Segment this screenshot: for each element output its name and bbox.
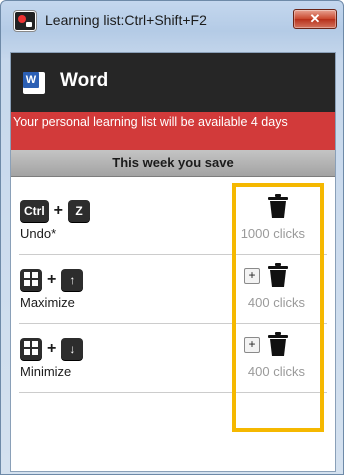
shortcut-keys: Ctrl + Z (20, 200, 91, 222)
shortcut-action: Maximize (20, 295, 75, 310)
z-key: Z (68, 200, 91, 222)
arrow-down-icon: ↓ (61, 338, 84, 360)
shortcut-action: Undo* (20, 226, 57, 241)
highlight-box (232, 183, 324, 432)
app-logo-icon (14, 11, 36, 31)
shortcut-action: Minimize (20, 364, 72, 379)
window-title: Learning list:Ctrl+Shift+F2 (45, 12, 207, 28)
app-header: W Word (11, 53, 335, 112)
close-x-icon: ✕ (309, 11, 321, 26)
plus-sign: + (53, 202, 64, 219)
shortcut-keys: + ↓ (20, 338, 84, 360)
app-name: Word (60, 70, 109, 91)
ctrl-key: Ctrl (20, 200, 49, 222)
arrow-up-icon: ↑ (61, 269, 84, 291)
windows-logo-icon (20, 338, 42, 360)
savings-header: This week you save (11, 150, 335, 177)
word-icon-letter: W (23, 72, 39, 88)
plus-sign: + (47, 271, 57, 288)
windows-logo-icon (20, 269, 42, 291)
close-button[interactable]: ✕ (293, 9, 337, 29)
learning-list-window: Learning list:Ctrl+Shift+F2 ✕ W Word You… (0, 0, 344, 475)
plus-sign: + (47, 340, 57, 357)
learning-list-panel: W Word Your personal learning list will … (10, 52, 336, 472)
shortcut-keys: + ↑ (20, 269, 84, 291)
word-app-icon: W (23, 72, 45, 94)
availability-notice: Your personal learning list will be avai… (11, 112, 335, 150)
